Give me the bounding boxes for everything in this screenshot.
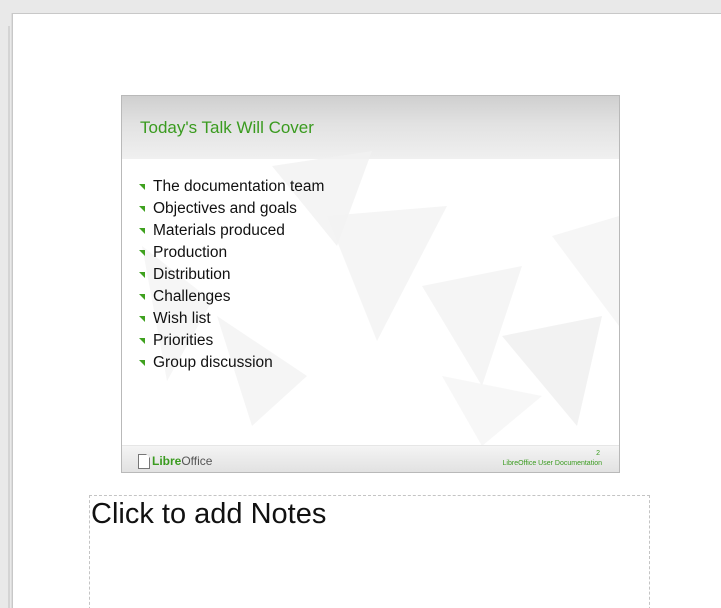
bg-triangle xyxy=(327,206,447,341)
slide-page-number: 2 xyxy=(596,450,600,457)
bullet-icon xyxy=(139,360,145,366)
bullet-icon xyxy=(139,294,145,300)
bullet-item: Wish list xyxy=(139,308,324,330)
bullet-item: Distribution xyxy=(139,264,324,286)
page-shadow-edge xyxy=(8,26,10,608)
notes-text-area[interactable]: Click to add Notes xyxy=(89,495,650,608)
bullet-icon xyxy=(139,316,145,322)
bullet-text: Wish list xyxy=(153,310,211,327)
libreoffice-logo: Libre Office xyxy=(138,453,212,469)
bullet-text: Distribution xyxy=(153,266,231,283)
bullet-text: Objectives and goals xyxy=(153,200,297,217)
bullet-item: Production xyxy=(139,242,324,264)
footer-doc-title: LibreOffice User Documentation xyxy=(502,460,602,467)
bullet-icon xyxy=(139,228,145,234)
slide-title: Today's Talk Will Cover xyxy=(140,118,314,137)
slide-bullet-list: The documentation team Objectives and go… xyxy=(139,176,324,374)
slide-thumbnail[interactable]: Today's Talk Will Cover The documentatio… xyxy=(121,95,620,473)
bullet-text: Production xyxy=(153,244,228,261)
bullet-item: Priorities xyxy=(139,330,324,352)
bullet-item: Challenges xyxy=(139,286,324,308)
bullet-item: Materials produced xyxy=(139,220,324,242)
bullet-item: Objectives and goals xyxy=(139,198,324,220)
bullet-item: Group discussion xyxy=(139,352,324,374)
bullet-icon xyxy=(139,338,145,344)
bg-triangle xyxy=(552,216,619,326)
libreoffice-document-icon xyxy=(138,453,150,469)
bullet-text: Priorities xyxy=(153,332,214,349)
bullet-text: The documentation team xyxy=(153,178,325,195)
logo-text-office: Office xyxy=(181,454,213,468)
bullet-icon xyxy=(139,184,145,190)
bullet-text: Group discussion xyxy=(153,354,273,371)
notes-placeholder: Click to add Notes xyxy=(91,498,327,530)
logo-text-libre: Libre xyxy=(152,454,182,468)
bg-triangle xyxy=(442,376,542,446)
bg-triangle xyxy=(422,266,522,386)
slide-footer: Libre Office 2 LibreOffice User Document… xyxy=(122,445,619,472)
bullet-icon xyxy=(139,272,145,278)
notes-view-workspace: Today's Talk Will Cover The documentatio… xyxy=(0,0,721,608)
bullet-item: The documentation team xyxy=(139,176,324,198)
bullet-text: Materials produced xyxy=(153,222,285,239)
bullet-text: Challenges xyxy=(153,288,231,305)
bullet-icon xyxy=(139,206,145,212)
bullet-icon xyxy=(139,250,145,256)
